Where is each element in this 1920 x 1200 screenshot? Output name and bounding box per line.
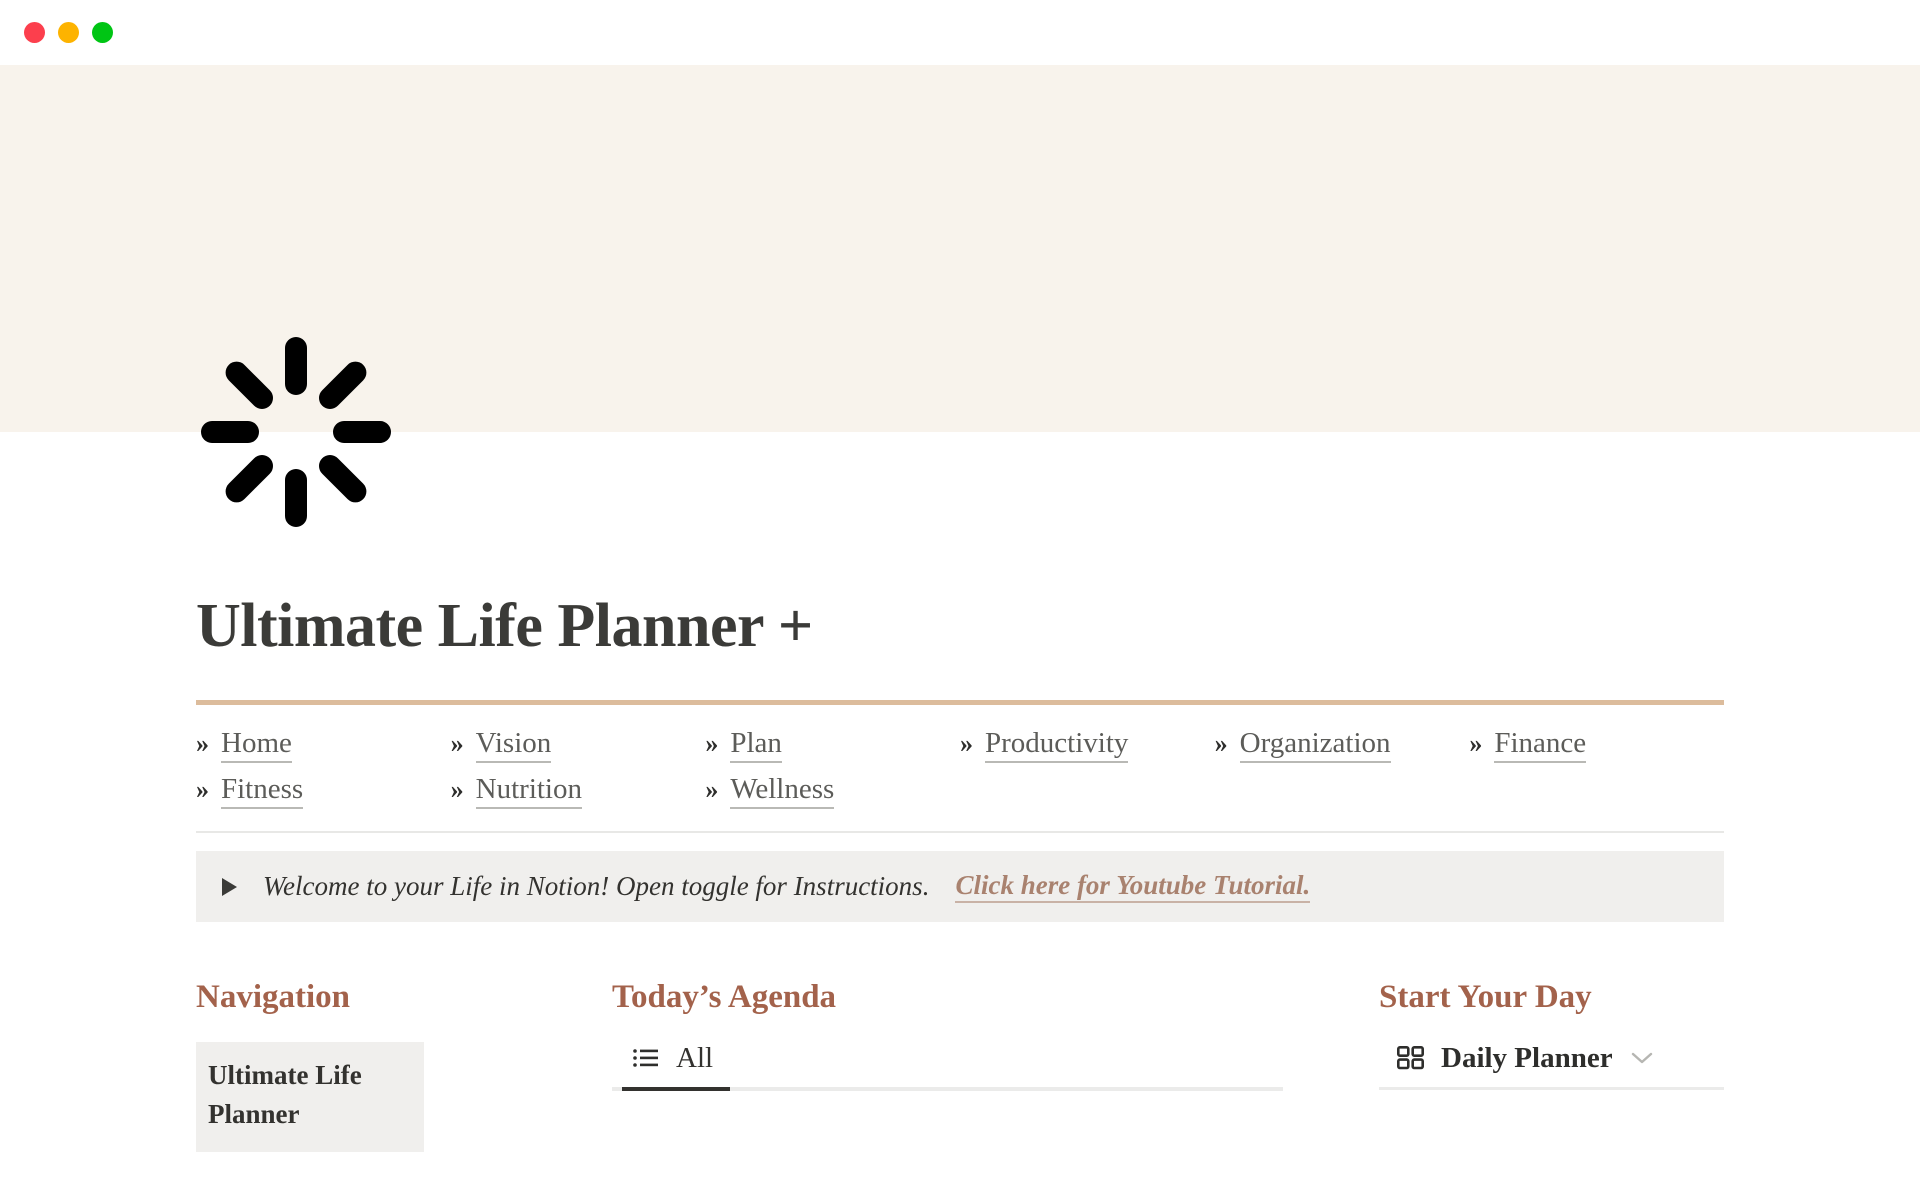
window-titlebar bbox=[0, 0, 1920, 65]
nav-link-label: Nutrition bbox=[475, 773, 582, 810]
chevron-double-right-icon: » bbox=[196, 729, 209, 759]
chevron-double-right-icon: » bbox=[196, 775, 209, 805]
chevron-down-icon[interactable] bbox=[1629, 1049, 1655, 1067]
nav-link-fitness[interactable]: » Fitness bbox=[196, 773, 451, 810]
gallery-view-icon bbox=[1397, 1045, 1425, 1071]
loading-spinner-icon[interactable] bbox=[196, 332, 396, 532]
start-your-day-heading: Start Your Day bbox=[1379, 979, 1592, 1016]
caret-right-icon[interactable] bbox=[222, 877, 237, 896]
chevron-double-right-icon: » bbox=[960, 729, 973, 759]
agenda-tabs: All bbox=[612, 1042, 1283, 1087]
nav-link-finance[interactable]: » Finance bbox=[1469, 727, 1724, 764]
chevron-double-right-icon: » bbox=[1214, 729, 1228, 759]
daily-planner-view-selector[interactable]: Daily Planner bbox=[1379, 1042, 1724, 1087]
agenda-tabs-underline bbox=[612, 1086, 1283, 1091]
nav-link-productivity[interactable]: » Productivity bbox=[960, 727, 1215, 764]
nav-link-organization[interactable]: » Organization bbox=[1214, 727, 1470, 764]
page-title[interactable]: Ultimate Life Planner + bbox=[196, 432, 1724, 660]
nav-link-label: Vision bbox=[475, 727, 552, 764]
nav-link-wellness[interactable]: » Wellness bbox=[705, 773, 960, 810]
agenda-heading: Today’s Agenda bbox=[612, 979, 837, 1016]
chevron-double-right-icon: » bbox=[705, 729, 719, 759]
chevron-double-right-icon: » bbox=[450, 729, 464, 759]
minimize-window-button[interactable] bbox=[58, 22, 79, 43]
chevron-double-right-icon: » bbox=[1469, 729, 1483, 759]
page-content: Ultimate Life Planner + » Home » Vision … bbox=[0, 337, 1920, 1153]
nav-link-home[interactable]: » Home bbox=[196, 727, 451, 764]
welcome-callout[interactable]: Welcome to your Life in Notion! Open tog… bbox=[196, 851, 1724, 923]
start-your-day-baseline bbox=[1379, 1086, 1724, 1090]
nav-link-nutrition[interactable]: » Nutrition bbox=[450, 773, 706, 810]
nav-link-label: Plan bbox=[730, 727, 782, 764]
nav-link-label: Fitness bbox=[221, 773, 304, 810]
daily-planner-label: Daily Planner bbox=[1441, 1041, 1613, 1074]
sidebar-item-ultimate-life-planner[interactable]: Ultimate Life Planner bbox=[196, 1041, 424, 1153]
navigation-column: Navigation Ultimate Life Planner bbox=[196, 978, 516, 1153]
tab-all[interactable]: All bbox=[622, 1042, 723, 1087]
nav-link-label: Productivity bbox=[985, 727, 1129, 764]
nav-link-vision[interactable]: » Vision bbox=[450, 727, 706, 764]
close-window-button[interactable] bbox=[24, 22, 45, 43]
tab-all-label: All bbox=[676, 1041, 714, 1074]
nav-link-label: Wellness bbox=[730, 773, 835, 810]
chevron-double-right-icon: » bbox=[450, 775, 464, 805]
dashboard-columns: Navigation Ultimate Life Planner Today’s… bbox=[196, 922, 1724, 1153]
welcome-callout-text: Welcome to your Life in Notion! Open tog… bbox=[263, 871, 930, 902]
chevron-double-right-icon: » bbox=[705, 775, 719, 805]
nav-divider bbox=[196, 831, 1724, 834]
quick-nav-links: » Home » Vision » Plan » Productivity » … bbox=[196, 705, 1724, 819]
list-view-icon bbox=[632, 1046, 660, 1070]
youtube-tutorial-link[interactable]: Click here for Youtube Tutorial. bbox=[955, 870, 1311, 904]
agenda-column: Today’s Agenda All bbox=[612, 978, 1283, 1152]
nav-link-plan[interactable]: » Plan bbox=[705, 727, 960, 764]
nav-link-label: Home bbox=[221, 727, 292, 764]
start-your-day-column: Start Your Day Daily Planner bbox=[1379, 978, 1724, 1152]
nav-link-label: Finance bbox=[1494, 727, 1587, 764]
nav-link-label: Organization bbox=[1239, 727, 1391, 764]
tab-active-indicator bbox=[622, 1086, 730, 1091]
navigation-heading: Navigation bbox=[196, 979, 351, 1016]
maximize-window-button[interactable] bbox=[92, 22, 113, 43]
